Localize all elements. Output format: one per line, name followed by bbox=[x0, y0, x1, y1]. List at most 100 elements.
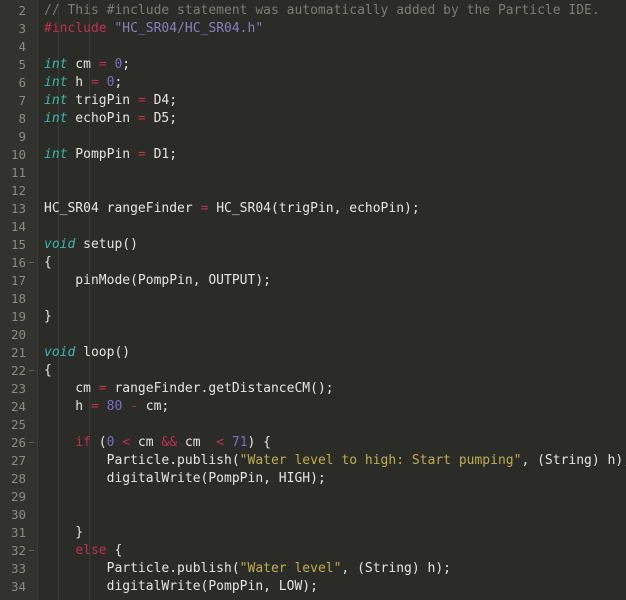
line-number[interactable]: 22– bbox=[0, 362, 37, 380]
line-number[interactable]: 8 bbox=[0, 110, 37, 128]
code-editor[interactable]: 2 3 4 5 6 7 8 9 10 11 12 13 14 15 16–17 18 19 20 21 22–23 24… bbox=[0, 0, 626, 600]
code-token-pl: cm bbox=[67, 57, 99, 72]
fold-toggle-icon[interactable]: – bbox=[28, 542, 35, 560]
code-line[interactable] bbox=[44, 488, 626, 506]
line-number[interactable]: 29 bbox=[0, 488, 37, 506]
code-line[interactable]: // This #include statement was automatic… bbox=[44, 2, 626, 20]
code-token-pl: digitalWrite(PompPin, HIGH); bbox=[44, 471, 326, 486]
line-number[interactable]: 34 bbox=[0, 578, 37, 596]
code-line[interactable]: { bbox=[44, 254, 626, 272]
code-token-com: // This #include statement was automatic… bbox=[44, 3, 600, 18]
code-line[interactable]: int echoPin = D5; bbox=[44, 110, 626, 128]
code-line[interactable]: int trigPin = D4; bbox=[44, 92, 626, 110]
line-number[interactable]: 25 bbox=[0, 416, 37, 434]
code-line[interactable]: if (0 < cm && cm < 71) { bbox=[44, 434, 626, 452]
line-number[interactable]: 23 bbox=[0, 380, 37, 398]
fold-toggle-icon[interactable]: – bbox=[28, 362, 35, 380]
code-line[interactable]: int h = 0; bbox=[44, 74, 626, 92]
code-line[interactable]: digitalWrite(PompPin, LOW); bbox=[44, 578, 626, 596]
fold-toggle-icon[interactable]: – bbox=[28, 434, 35, 452]
line-number[interactable]: 32– bbox=[0, 542, 37, 560]
code-line[interactable]: cm = rangeFinder.getDistanceCM(); bbox=[44, 380, 626, 398]
code-line[interactable]: void setup() bbox=[44, 236, 626, 254]
code-token-pl: h bbox=[67, 75, 91, 90]
code-token-op: = bbox=[98, 57, 107, 72]
code-line[interactable]: else { bbox=[44, 542, 626, 560]
line-number[interactable]: 33 bbox=[0, 560, 37, 578]
code-token-pl: ; bbox=[114, 75, 123, 90]
line-number[interactable]: 16– bbox=[0, 254, 37, 272]
line-number[interactable]: 14 bbox=[0, 218, 37, 236]
code-token-pl: cm bbox=[130, 435, 162, 450]
code-line[interactable]: } bbox=[44, 524, 626, 542]
line-number[interactable]: 21 bbox=[0, 344, 37, 362]
code-line[interactable]: int cm = 0; bbox=[44, 56, 626, 74]
code-content-area[interactable]: // This #include statement was automatic… bbox=[38, 0, 626, 600]
code-line[interactable]: h = 80 - cm; bbox=[44, 398, 626, 416]
code-token-num: 80 bbox=[106, 399, 123, 414]
code-line[interactable] bbox=[44, 164, 626, 182]
code-token-pl: rangeFinder.getDistanceCM(); bbox=[106, 381, 334, 396]
code-token-type: int bbox=[44, 57, 68, 72]
line-number[interactable]: 6 bbox=[0, 74, 37, 92]
code-line[interactable] bbox=[44, 128, 626, 146]
line-number-gutter[interactable]: 2 3 4 5 6 7 8 9 10 11 12 13 14 15 16–17 18 19 20 21 22–23 24… bbox=[0, 0, 38, 600]
line-number[interactable]: 24 bbox=[0, 398, 37, 416]
line-number[interactable]: 30 bbox=[0, 506, 37, 524]
line-number[interactable]: 13 bbox=[0, 200, 37, 218]
code-line[interactable] bbox=[44, 326, 626, 344]
code-token-pl: trigPin bbox=[67, 93, 138, 108]
code-line[interactable]: { bbox=[44, 362, 626, 380]
line-number[interactable]: 2 bbox=[0, 2, 37, 20]
code-line[interactable]: int PompPin = D1; bbox=[44, 146, 626, 164]
line-number[interactable]: 35 bbox=[0, 596, 37, 600]
code-line[interactable] bbox=[44, 290, 626, 308]
code-token-pl: , (String) h); bbox=[521, 453, 626, 468]
line-number[interactable]: 7 bbox=[0, 92, 37, 110]
line-number[interactable]: 12 bbox=[0, 182, 37, 200]
code-token-pl: cm bbox=[44, 381, 99, 396]
code-line[interactable]: #include "HC_SR04/HC_SR04.h" bbox=[44, 20, 626, 38]
code-line[interactable]: digitalWrite(PompPin, HIGH); bbox=[44, 470, 626, 488]
line-number[interactable]: 10 bbox=[0, 146, 37, 164]
code-token-num: 71 bbox=[231, 435, 248, 450]
code-token-pl: Particle.publish( bbox=[44, 561, 240, 576]
code-line[interactable] bbox=[44, 38, 626, 56]
code-line[interactable] bbox=[44, 218, 626, 236]
line-number[interactable]: 26– bbox=[0, 434, 37, 452]
code-token-pl: pinMode(PompPin, OUTPUT); bbox=[44, 273, 271, 288]
code-line[interactable]: pinMode(PompPin, OUTPUT); bbox=[44, 272, 626, 290]
line-number[interactable]: 15 bbox=[0, 236, 37, 254]
code-line[interactable] bbox=[44, 506, 626, 524]
code-token-pl: D4; bbox=[145, 93, 178, 108]
code-line[interactable]: } bbox=[44, 308, 626, 326]
line-number[interactable]: 3 bbox=[0, 20, 37, 38]
fold-toggle-icon[interactable]: – bbox=[28, 254, 35, 272]
code-line[interactable]: Particle.publish("Water level", (String)… bbox=[44, 560, 626, 578]
line-number[interactable]: 27 bbox=[0, 452, 37, 470]
line-number[interactable]: 9 bbox=[0, 128, 37, 146]
code-line[interactable]: HC_SR04 rangeFinder = HC_SR04(trigPin, e… bbox=[44, 200, 626, 218]
code-line[interactable]: Particle.publish("Water level to high: S… bbox=[44, 452, 626, 470]
line-number[interactable]: 4 bbox=[0, 38, 37, 56]
code-token-pl: digitalWrite(PompPin, LOW); bbox=[44, 579, 318, 594]
line-number[interactable]: 11 bbox=[0, 164, 37, 182]
code-token-pl: cm; bbox=[137, 399, 170, 414]
line-number[interactable]: 20 bbox=[0, 326, 37, 344]
line-number[interactable]: 18 bbox=[0, 290, 37, 308]
line-number[interactable]: 17 bbox=[0, 272, 37, 290]
code-line[interactable] bbox=[44, 596, 626, 600]
code-line[interactable] bbox=[44, 416, 626, 434]
code-line[interactable]: void loop() bbox=[44, 344, 626, 362]
line-number[interactable]: 28 bbox=[0, 470, 37, 488]
code-token-pl: ( bbox=[90, 435, 107, 450]
code-token-pl: D1; bbox=[145, 147, 178, 162]
code-line[interactable] bbox=[44, 182, 626, 200]
line-number[interactable]: 5 bbox=[0, 56, 37, 74]
line-number[interactable]: 31 bbox=[0, 524, 37, 542]
line-number[interactable]: 19 bbox=[0, 308, 37, 326]
code-token-pl: Particle.publish( bbox=[44, 453, 240, 468]
